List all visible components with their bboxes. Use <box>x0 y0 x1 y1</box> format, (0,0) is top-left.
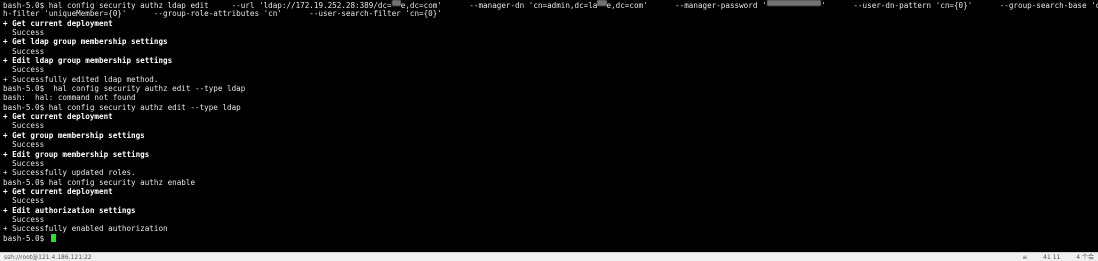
redacted-text: aa <box>597 0 607 6</box>
terminal-line-text: Success <box>3 214 45 224</box>
terminal-line: + Edit group membership settings <box>3 150 1098 159</box>
terminal-line-text: + Edit authorization settings <box>3 205 136 215</box>
cursor-position: 41 11 <box>1043 254 1061 261</box>
terminal-output[interactable]: bash-5.0$ hal config security authz ldap… <box>3 0 1098 252</box>
terminal-line: bash-5.0$ hal config security authz edit… <box>3 103 1098 112</box>
terminal-line: + Get group membership settings <box>3 131 1098 140</box>
terminal-line-text: bash-5.0$ <box>3 233 49 243</box>
prompt-line: bash-5.0$ <box>3 233 1098 243</box>
redacted-text: la <box>391 0 401 6</box>
status-indicators: ≡ 41 11 4 个会 <box>1008 253 1094 261</box>
terminal-line-text: + Get ldap group membership settings <box>3 37 168 47</box>
terminal-line: bash-5.0$ hal config security authz enab… <box>3 178 1098 187</box>
terminal-line: Success <box>3 121 1098 130</box>
terminal-line-text: e,dc=com' --manager-password ' <box>606 1 767 10</box>
terminal-line-text: bash-5.0$ hal config security authz edit… <box>3 102 241 112</box>
terminal-line-text: Success <box>3 65 45 75</box>
terminal-line-text: Success <box>3 158 45 168</box>
terminal-line-text: Success <box>3 121 45 131</box>
terminal-line-text: + Get current deployment <box>3 186 113 196</box>
terminal-window[interactable]: bash-5.0$ hal config security authz ldap… <box>0 0 1098 261</box>
terminal-line-text: + Get group membership settings <box>3 130 145 140</box>
session-count: 4 个会 <box>1076 254 1094 261</box>
terminal-line: + Get current deployment <box>3 19 1098 28</box>
terminal-line: bash-5.0$ hal config security authz ldap… <box>3 0 1098 10</box>
terminal-line-text: h-filter 'uniqueMember={0}' --group-role… <box>3 9 442 19</box>
terminal-line: + Get ldap group membership settings <box>3 37 1098 46</box>
menu-icon[interactable]: ≡ <box>1022 254 1027 261</box>
terminal-line: + Edit authorization settings <box>3 206 1098 215</box>
terminal-line: Success <box>3 47 1098 56</box>
terminal-line-text: Success <box>3 28 45 38</box>
terminal-line-text: bash-5.0$ hal config security authz enab… <box>3 177 196 187</box>
terminal-line: + Successfully edited ldap method. <box>3 75 1098 84</box>
terminal-line-text: + Edit ldap group membership settings <box>3 56 173 66</box>
terminal-line-text: + Successfully updated roles. <box>3 168 136 178</box>
connection-label: ssh://root@121.4.186.121:22 <box>4 254 92 261</box>
terminal-line: + Get current deployment <box>3 187 1098 196</box>
terminal-line-text: bash: hal: command not found <box>3 93 136 103</box>
terminal-line: + Edit ldap group membership settings <box>3 56 1098 65</box>
terminal-line: bash-5.0$ hal config security authz edit… <box>3 84 1098 93</box>
terminal-line-text: ' --user-dn-pattern 'cn={0}' --group-sea… <box>821 1 1098 10</box>
terminal-line: + Successfully enabled authorization <box>3 224 1098 233</box>
terminal-line-text: + Successfully enabled authorization <box>3 224 168 234</box>
terminal-line-text: + Get current deployment <box>3 112 113 122</box>
terminal-line: Success <box>3 65 1098 74</box>
terminal-line-text: + Edit group membership settings <box>3 149 150 159</box>
terminal-line: Success <box>3 196 1098 205</box>
terminal-line-text: Success <box>3 46 45 56</box>
terminal-line: Success <box>3 28 1098 37</box>
text-cursor <box>50 233 56 242</box>
terminal-line-text: + Successfully edited ldap method. <box>3 74 159 84</box>
terminal-line-text: Success <box>3 140 45 150</box>
redacted-text: xxxxxxxxxxxx <box>766 0 822 6</box>
terminal-line: h-filter 'uniqueMember={0}' --group-role… <box>3 9 1098 18</box>
terminal-line: Success <box>3 159 1098 168</box>
terminal-line: bash: hal: command not found <box>3 93 1098 102</box>
status-bar: ssh://root@121.4.186.121:22 ≡ 41 11 4 个会 <box>0 252 1098 261</box>
terminal-line: Success <box>3 140 1098 149</box>
terminal-line: Success <box>3 215 1098 224</box>
terminal-line-text: + Get current deployment <box>3 18 113 28</box>
terminal-line-text: bash-5.0$ hal config security authz edit… <box>3 84 246 94</box>
terminal-line-text: Success <box>3 196 45 206</box>
terminal-line: + Get current deployment <box>3 112 1098 121</box>
terminal-line: + Successfully updated roles. <box>3 168 1098 177</box>
